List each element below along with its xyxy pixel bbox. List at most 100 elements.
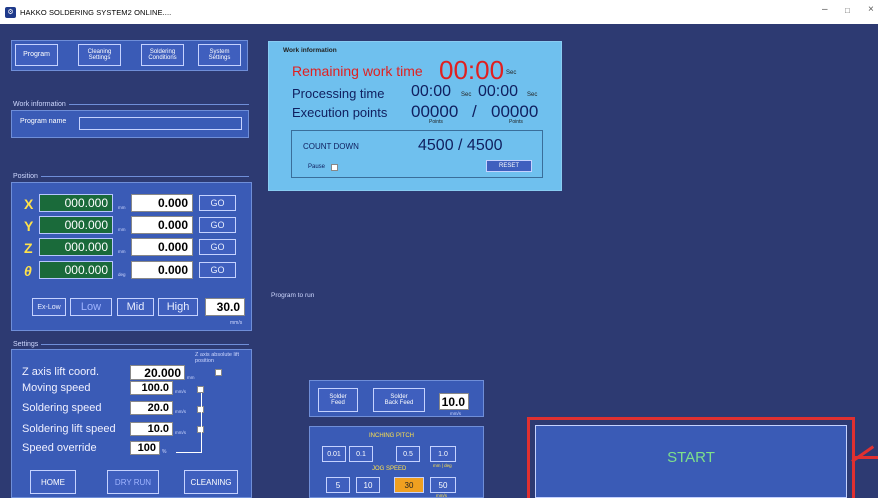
program-tab[interactable]: Program (15, 44, 58, 66)
z-abs-label: Z axis absolute lift position (195, 352, 240, 365)
inching-10-button[interactable]: 1.0 (430, 446, 456, 462)
inching-header: INCHING PITCH (369, 433, 414, 439)
moving-speed-label: Moving speed (22, 382, 91, 394)
speed-low-button[interactable]: Low (70, 298, 112, 316)
go-button[interactable]: GO (199, 217, 236, 233)
current-position: 000.000 (39, 261, 113, 279)
jog-50-button[interactable]: 50 (430, 477, 456, 493)
soldering-speed-input[interactable]: 20.0 (130, 401, 173, 415)
target-input[interactable]: 0.000 (131, 238, 193, 256)
cleaning-settings-tab[interactable]: Cleaning Settings (78, 44, 121, 66)
speed-high-button[interactable]: High (158, 298, 198, 316)
position-unit: mm (118, 227, 126, 232)
target-input[interactable]: 0.000 (131, 194, 193, 212)
title-bar: ⚙ HAKKO SOLDERING SYSTEM2 ONLINE.... – □… (0, 0, 878, 24)
target-input[interactable]: 0.000 (131, 261, 193, 279)
position-header: Position (13, 173, 249, 180)
jog-10-button[interactable]: 10 (356, 477, 380, 493)
jog-speed-header: JOG SPEED (372, 466, 407, 472)
countdown-box: COUNT DOWN 4500 / 4500 Pause RESET (291, 130, 543, 178)
maximize-button[interactable]: □ (845, 6, 850, 15)
reset-button[interactable]: RESET (486, 160, 532, 172)
z-lift-input[interactable]: 20.000 (130, 365, 185, 380)
start-button[interactable]: START (535, 425, 847, 498)
position-header-label: Position (13, 173, 38, 180)
soldering-speed-unit: mm/s (175, 409, 186, 414)
minimize-button[interactable]: – (822, 4, 828, 15)
position-unit: deg (118, 272, 126, 277)
speed-unit: mm/s (230, 320, 243, 326)
work-info-header: Work information (13, 101, 249, 108)
program-name-field[interactable] (79, 117, 242, 130)
inching-01-button[interactable]: 0.1 (349, 446, 373, 462)
position-unit: mm (118, 205, 126, 210)
work-info-header-label: Work information (13, 101, 66, 108)
processing-label: Processing time (292, 86, 385, 101)
exec-total-unit: Points (509, 119, 523, 125)
solder-feed-button[interactable]: Solder Feed (318, 388, 358, 412)
lift-speed-unit: mm/s (175, 430, 186, 435)
countdown-label: COUNT DOWN (303, 142, 359, 151)
work-info-display: Work information Remaining work time 00:… (268, 41, 562, 191)
z-lift-label: Z axis lift coord. (22, 366, 100, 378)
go-button[interactable]: GO (199, 239, 236, 255)
go-button[interactable]: GO (199, 195, 236, 211)
speed-value-input[interactable]: 30.0 (205, 298, 245, 316)
dry-run-button[interactable]: DRY RUN (107, 470, 159, 494)
jog-30-button[interactable]: 30 (394, 477, 424, 493)
window-title: HAKKO SOLDERING SYSTEM2 ONLINE.... (20, 7, 172, 17)
z-abs-checkbox[interactable] (215, 369, 222, 376)
program-name-label: Program name (20, 118, 67, 125)
axis-label: Y (24, 218, 34, 234)
exec-label: Execution points (292, 105, 388, 120)
solder-back-feed-button[interactable]: Solder Back Feed (373, 388, 425, 412)
solder-unit: mm/s (450, 411, 461, 416)
target-input[interactable]: 0.000 (131, 216, 193, 234)
go-button[interactable]: GO (199, 262, 236, 278)
processing-total-unit: Sec (527, 92, 538, 98)
close-button[interactable]: × (868, 4, 874, 15)
speed-override-label: Speed override (22, 442, 97, 454)
speed-mid-button[interactable]: Mid (117, 298, 154, 316)
link-line (201, 393, 202, 453)
processing-unit: Sec (461, 92, 472, 98)
remaining-label: Remaining work time (292, 63, 423, 79)
lift-speed-label: Soldering lift speed (22, 423, 116, 435)
link-line (176, 452, 202, 453)
exec-slash: / (472, 102, 477, 121)
axis-label: Z (24, 240, 33, 256)
speed-exlow-button[interactable]: Ex-Low (32, 298, 66, 316)
jog-5-button[interactable]: 5 (326, 477, 350, 493)
speed-override-unit: % (162, 449, 167, 455)
current-position: 000.000 (39, 238, 113, 256)
cleaning-button[interactable]: CLEANING (184, 470, 238, 494)
pause-checkbox[interactable] (331, 164, 338, 171)
home-button[interactable]: HOME (30, 470, 76, 494)
exec-unit: Points (429, 119, 443, 125)
moving-speed-input[interactable]: 100.0 (130, 381, 173, 395)
system-settings-tab[interactable]: System Settings (198, 44, 241, 66)
processing-total: 00:00 (478, 83, 519, 100)
inching-05-button[interactable]: 0.5 (396, 446, 420, 462)
pause-label: Pause (308, 164, 326, 170)
settings-header-label: Settings (13, 341, 39, 348)
processing-value: 00:00 (411, 83, 452, 100)
inching-unit: mm | deg (433, 463, 452, 468)
axis-label: θ (24, 263, 32, 279)
countdown-value: 4500 / 4500 (418, 137, 503, 154)
app-icon: ⚙ (5, 6, 16, 18)
axis-label: X (24, 196, 34, 212)
inching-001-button[interactable]: 0.01 (322, 446, 346, 462)
work-info-title: Work information (283, 47, 337, 54)
speed-override-input[interactable]: 100 (130, 441, 160, 455)
position-unit: mm (118, 249, 126, 254)
jog-unit: mm/s (436, 493, 447, 498)
moving-speed-unit: mm/s (175, 389, 186, 394)
current-position: 000.000 (39, 194, 113, 212)
soldering-conditions-tab[interactable]: Soldering Conditions (141, 44, 184, 66)
solder-value-input[interactable]: 10.0 (439, 393, 469, 410)
lift-speed-input[interactable]: 10.0 (130, 422, 173, 436)
moving-speed-checkbox[interactable] (197, 386, 204, 393)
program-to-run-label: Program to run (271, 292, 315, 299)
current-position: 000.000 (39, 216, 113, 234)
